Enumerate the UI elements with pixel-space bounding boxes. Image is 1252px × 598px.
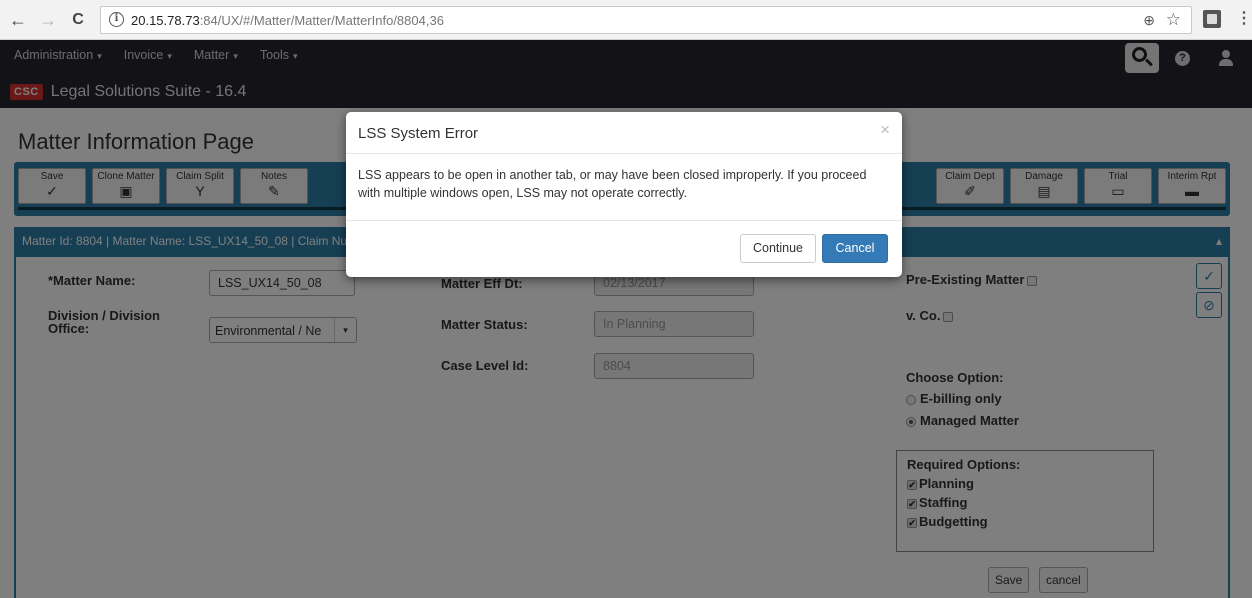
dialog-message: LSS appears to be open in another tab, o…: [358, 168, 867, 200]
url-path: :84/UX/#/Matter/Matter/MatterInfo/8804,3…: [199, 13, 444, 28]
continue-button[interactable]: Continue: [740, 234, 816, 263]
forward-arrow-icon[interactable]: →: [38, 9, 58, 31]
back-arrow-icon[interactable]: ←: [8, 9, 28, 31]
url-text[interactable]: 20.15.78.73:84/UX/#/Matter/Matter/Matter…: [131, 13, 444, 28]
browser-menu-icon[interactable]: ⋮: [1236, 8, 1252, 28]
dialog-header: LSS System Error ×: [346, 112, 902, 154]
browser-chrome: ← → C i 20.15.78.73:84/UX/#/Matter/Matte…: [0, 0, 1252, 40]
modal-backdrop: LSS System Error × LSS appears to be ope…: [0, 40, 1252, 598]
address-bar[interactable]: i 20.15.78.73:84/UX/#/Matter/Matter/Matt…: [100, 6, 1192, 34]
extension-icon[interactable]: [1203, 10, 1221, 28]
close-icon[interactable]: ×: [880, 120, 890, 140]
site-info-icon[interactable]: i: [109, 12, 124, 27]
cancel-button[interactable]: Cancel: [822, 234, 888, 263]
system-error-dialog: LSS System Error × LSS appears to be ope…: [346, 112, 902, 277]
reload-icon[interactable]: C: [68, 9, 88, 31]
zoom-icon[interactable]: ⊕: [1143, 12, 1155, 29]
bookmark-star-icon[interactable]: ☆: [1166, 10, 1181, 30]
dialog-footer: [346, 220, 902, 277]
url-host: 20.15.78.73: [131, 13, 200, 28]
dialog-title: LSS System Error: [358, 125, 479, 142]
